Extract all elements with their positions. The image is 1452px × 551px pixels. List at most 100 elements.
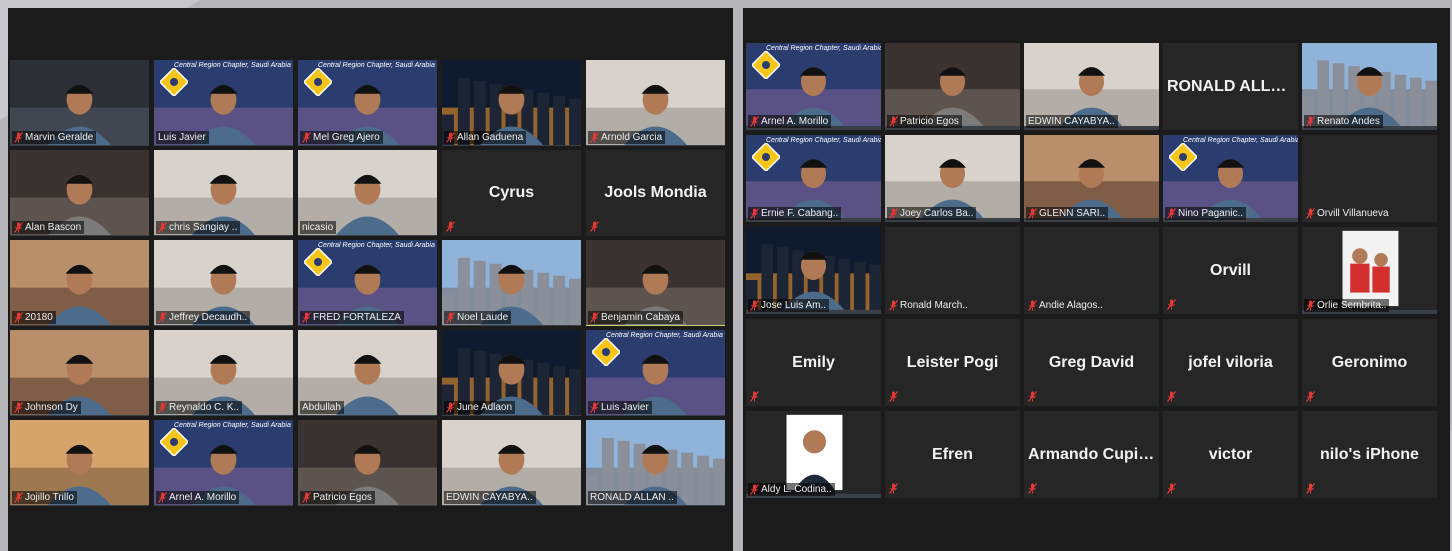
participant-name-label: Aldy L. Codina.. (748, 483, 835, 496)
participant-tile[interactable]: Central Region Chapter, Saudi Arabia Mel … (298, 60, 437, 146)
participant-tile[interactable]: EDWIN CAYABYA.. (1024, 43, 1159, 130)
participant-tile[interactable]: Central Region Chapter, Saudi Arabia Nino… (1163, 135, 1298, 222)
participant-tile[interactable]: Patricio Egos (298, 420, 437, 506)
participant-tile[interactable]: Joey Carlos Ba.. (885, 135, 1020, 222)
participant-name-center: RONALD ALLA... (1167, 77, 1296, 95)
participant-name-label: Arnel A. Morillo (748, 115, 832, 128)
participant-tile[interactable]: nilo's iPhone (1302, 411, 1437, 498)
participant-tile[interactable]: Efren (885, 411, 1020, 498)
participant-tile[interactable]: RONALD ALLAN .. (586, 420, 725, 506)
participant-tile[interactable]: Central Region Chapter, Saudi Arabia FRED… (298, 240, 437, 326)
participant-name: Jojillo Trillo (25, 492, 74, 503)
participant-tile[interactable]: Greg David (1024, 319, 1159, 406)
participant-tile[interactable]: Cyrus (442, 150, 581, 236)
participant-tile[interactable]: nicasio (298, 150, 437, 236)
participant-tile[interactable]: June Adlaon (442, 330, 581, 416)
participant-name-label: Allan Gaduena (444, 131, 527, 144)
participant-tile[interactable]: chris Sangiay .. (154, 150, 293, 236)
participant-name: nicasio (302, 222, 334, 233)
participant-tile[interactable]: Andie Alagos.. (1024, 227, 1159, 314)
muted-mic-icon (590, 221, 599, 232)
participant-tile[interactable]: Jeffrey Decaudh.. (154, 240, 293, 326)
participant-tile[interactable]: Armando Cupin... (1024, 411, 1159, 498)
participant-tile[interactable]: Ronald March.. (885, 227, 1020, 314)
participant-name: Arnel A. Morillo (761, 116, 829, 127)
participant-grid-right: Central Region Chapter, Saudi Arabia Arne… (746, 43, 1437, 498)
participant-tile[interactable]: Marvin Geralde (10, 60, 149, 146)
participant-name: Ronald March.. (900, 300, 968, 311)
muted-mic-icon (14, 132, 23, 143)
muted-mic-icon (1028, 483, 1037, 494)
muted-mic-icon (446, 312, 455, 323)
participant-name-label: Luis Javier (156, 131, 209, 144)
participant-tile[interactable]: Central Region Chapter, Saudi Arabia Luis… (586, 330, 725, 416)
participant-tile[interactable]: Noel Laude (442, 240, 581, 326)
participant-tile[interactable]: Orvill Villanueva (1302, 135, 1437, 222)
participant-name: Ernie F. Cabang.. (761, 208, 839, 219)
muted-mic-icon (302, 492, 311, 503)
participant-name-label: Johnson Dy (12, 401, 81, 414)
muted-mic-icon (302, 312, 311, 323)
muted-mic-icon (1167, 391, 1176, 402)
chapter-logo-icon (592, 338, 620, 366)
participant-name: EDWIN CAYABYA.. (1028, 116, 1115, 127)
muted-mic-icon (446, 402, 455, 413)
participant-tile[interactable]: Central Region Chapter, Saudi Arabia Arne… (154, 420, 293, 506)
participant-tile[interactable]: Aldy L. Codina.. (746, 411, 881, 498)
participant-tile[interactable]: Reynaldo C. K.. (154, 330, 293, 416)
participant-tile[interactable]: Jojillo Trillo (10, 420, 149, 506)
participant-tile[interactable]: Geronimo (1302, 319, 1437, 406)
participant-name-label: Arnel A. Morillo (156, 491, 240, 504)
chapter-caption: Central Region Chapter, Saudi Arabia (606, 332, 723, 339)
participant-tile[interactable]: jofel viloria (1163, 319, 1298, 406)
video-feed (1302, 43, 1437, 126)
participant-tile[interactable]: Central Region Chapter, Saudi Arabia Arne… (746, 43, 881, 130)
muted-mic-icon (1028, 391, 1037, 402)
participant-tile[interactable]: Jose Luis Am.. (746, 227, 881, 314)
participant-tile[interactable]: 20180 (10, 240, 149, 326)
muted-mic-icon (750, 208, 759, 219)
participant-tile[interactable]: Benjamin Cabaya (586, 240, 725, 326)
participant-tile[interactable]: Jools Mondia (586, 150, 725, 236)
participant-name-label: Luis Javier (588, 401, 652, 414)
muted-mic-icon (1306, 483, 1315, 494)
participant-tile[interactable]: Allan Gaduena (442, 60, 581, 146)
muted-mic-icon (1167, 483, 1176, 494)
muted-mic-icon (889, 116, 898, 127)
muted-mic-icon (14, 402, 23, 413)
chapter-logo-icon (304, 248, 332, 276)
participant-tile[interactable]: Patricio Egos (885, 43, 1020, 130)
participant-name: Johnson Dy (25, 402, 78, 413)
participant-name-label: Benjamin Cabaya (588, 311, 683, 324)
participant-name-label: Andie Alagos.. (1026, 299, 1106, 312)
chapter-caption: Central Region Chapter, Saudi Arabia (174, 62, 291, 69)
muted-mic-icon (446, 221, 455, 232)
participant-tile[interactable]: victor (1163, 411, 1298, 498)
participant-name-center: Jools Mondia (604, 184, 707, 201)
participant-tile[interactable]: EDWIN CAYABYA.. (442, 420, 581, 506)
chapter-logo-icon (160, 68, 188, 96)
participant-tile[interactable]: Emily (746, 319, 881, 406)
participant-tile[interactable]: Central Region Chapter, Saudi Arabia Luis… (154, 60, 293, 146)
participant-name: Alan Bascon (25, 222, 82, 233)
participant-tile[interactable]: RONALD ALLA... (1163, 43, 1298, 130)
participant-name: chris Sangiay .. (169, 222, 238, 233)
video-feed (885, 43, 1020, 126)
participant-tile[interactable]: Orlie Sembrita.. (1302, 227, 1437, 314)
chapter-caption: Central Region Chapter, Saudi Arabia (318, 242, 435, 249)
participant-name: Luis Javier (158, 132, 206, 143)
chapter-caption: Central Region Chapter, Saudi Arabia (766, 137, 881, 144)
chapter-logo-icon (304, 68, 332, 96)
participant-tile[interactable]: Abdullah (298, 330, 437, 416)
participant-tile[interactable]: Renato Andes (1302, 43, 1437, 130)
participant-tile[interactable]: Alan Bascon (10, 150, 149, 236)
participant-tile[interactable]: Central Region Chapter, Saudi Arabia Erni… (746, 135, 881, 222)
muted-mic-icon (750, 391, 759, 402)
participant-tile[interactable]: Arnold Garcia (586, 60, 725, 146)
participant-tile[interactable]: Leister Pogi (885, 319, 1020, 406)
participant-tile[interactable]: Orvill (1163, 227, 1298, 314)
participant-tile[interactable]: Johnson Dy (10, 330, 149, 416)
muted-mic-icon (14, 312, 23, 323)
participant-tile[interactable]: GLENN SARI.. (1024, 135, 1159, 222)
participant-name: Nino Paganic.. (1178, 208, 1244, 219)
